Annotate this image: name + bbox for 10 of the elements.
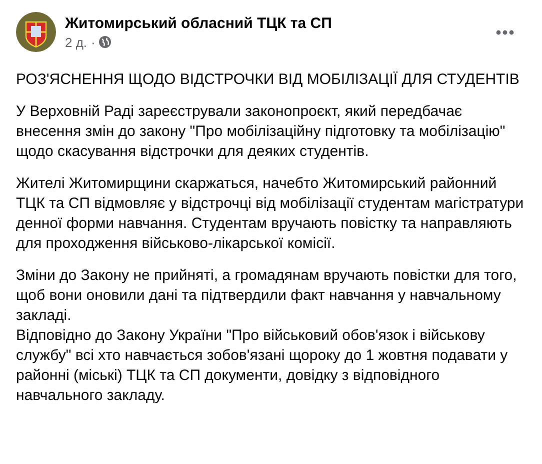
post-heading: РОЗ'ЯСНЕННЯ ЩОДО ВІДСТРОЧКИ ВІД МОБІЛІЗАЦІЇ ДЛЯ СТУДЕНТІВ — [16, 70, 520, 90]
post-paragraph: Зміни до Закону не прийняті, а громадянам вручають повістки для того, щоб вони оновили дані та підтвердили факт навчання у навчальному закладі. — [16, 266, 518, 326]
avatar-icon[interactable] — [16, 12, 56, 52]
page-name-link[interactable]: Житомирський обласний ТЦК та СП — [65, 14, 487, 32]
post-paragraph: Відповідно до Закону України "Про військовий обов'язок і військову службу" всі хто навчається зобов'язані щороку до 1 жовтня подавати у районні (міські) ТЦК та СП документи, довідку з відповідного навчального закладу. — [16, 326, 509, 406]
post-paragraph: У Верховній Раді зареєстрували законопроєкт, який передбачає внесення змін до закону "Про мобілізаційну підготовку та мобілізацію" щодо скасування відстрочки для деяких студентів. — [16, 102, 506, 162]
separator-text: · — [91, 34, 96, 50]
post-paragraph: Жителі Житомирщини скаржаться, начебто Житомирський районний ТЦК та СП відмовляє у відстрочці від мобілізації студентам магістратури денної форми навчання. Студентам вручають повістку та направляють для проходження військово-лікарської комісії. — [16, 174, 525, 254]
post-time-link[interactable]: 2 д. — [65, 34, 88, 50]
more-options-icon[interactable] — [496, 30, 514, 34]
